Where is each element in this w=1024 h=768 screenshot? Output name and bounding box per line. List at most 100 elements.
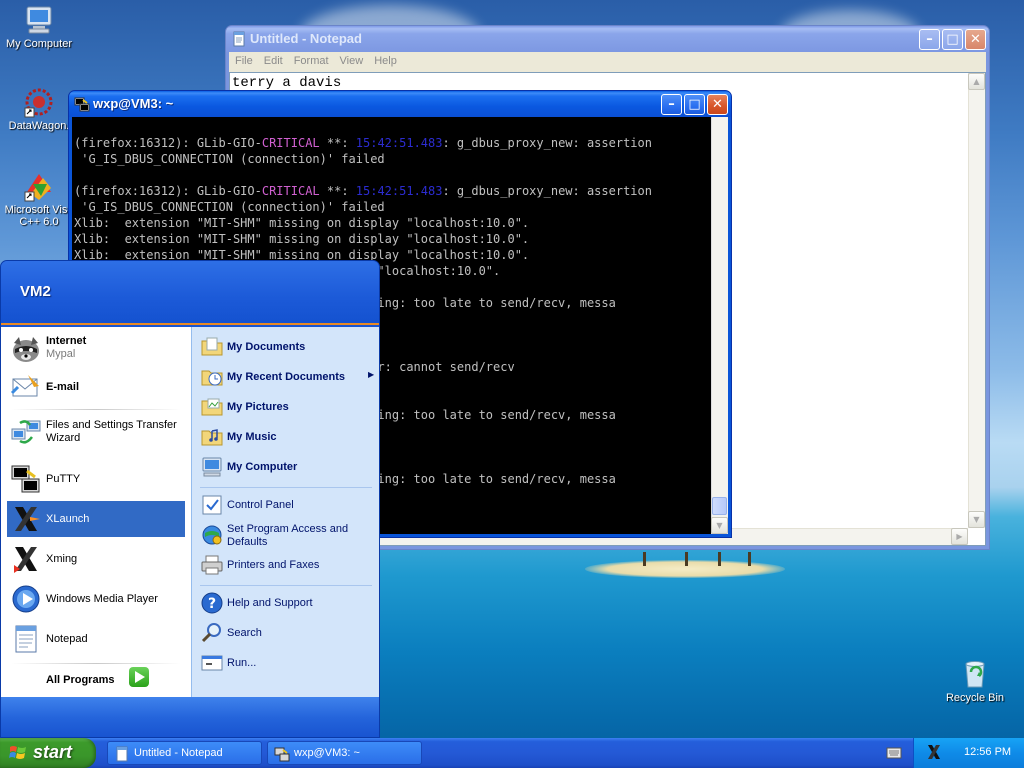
start-item-subtitle: Mypal [46, 348, 76, 360]
folder-pictures-icon [200, 395, 224, 419]
menu-help[interactable]: Help [368, 52, 402, 67]
start-item-email[interactable]: E-mail [7, 369, 185, 405]
terminal-line: Xlib: extension "MIT-SHM" missing on dis… [74, 232, 530, 246]
putty-icon [74, 96, 90, 112]
xming-tray-icon[interactable] [926, 744, 942, 760]
menu-file[interactable]: File [229, 52, 258, 67]
start-item-label: Help and Support [227, 597, 313, 609]
terminal-line: (firefox:16312): GLib-GIO-CRITICAL **: 1… [74, 135, 652, 151]
putty-icon [274, 746, 290, 762]
close-button[interactable]: ✕ [707, 94, 728, 115]
start-item-label: XLaunch [46, 513, 90, 525]
start-item-putty[interactable]: PuTTY [7, 461, 185, 497]
palm-tree [685, 552, 688, 566]
start-item-notepad[interactable]: Notepad [7, 621, 185, 657]
keyboard-icon[interactable] [886, 746, 902, 760]
start-item-label: Search [227, 627, 262, 639]
terminal-segment-crit: CRITICAL [261, 184, 320, 198]
putty-titlebar[interactable]: wxp@VM3: ~ – □ ✕ [69, 91, 731, 117]
vertical-scrollbar[interactable]: ▲ ▼ [968, 73, 985, 528]
start-item-label: My Music [227, 431, 277, 443]
scroll-down-button[interactable]: ▼ [968, 511, 985, 528]
system-tray: 12:56 PM [913, 738, 1024, 768]
notepad-content: terry a davis [232, 75, 342, 91]
desktop-icon-label: C++ 6.0 [19, 216, 59, 228]
start-item-set-program-access[interactable]: Set Program Access and Defaults [198, 521, 376, 549]
folder-music-icon [200, 425, 224, 449]
start-item-xming[interactable]: Xming [7, 541, 185, 577]
minimize-button[interactable]: – [919, 29, 940, 50]
terminal-segment-ts: 15:42:51.483 [355, 136, 443, 150]
terminal-segment-post: : g_dbus_proxy_new: assertion [442, 136, 652, 150]
putty-icon [10, 463, 42, 495]
desktop-icon-label: DataWagon. [8, 120, 70, 132]
desktop-icon-datawagon[interactable]: DataWagon. [0, 86, 78, 132]
start-button[interactable]: start [0, 738, 96, 768]
start-item-my-recent-documents[interactable]: My Recent Documents ▶ [198, 363, 376, 391]
taskbar-button-putty[interactable]: wxp@VM3: ~ [267, 741, 422, 765]
notepad-icon [114, 746, 130, 762]
start-item-run[interactable]: Run... [198, 649, 376, 677]
taskbar-button-notepad[interactable]: Untitled - Notepad [107, 741, 262, 765]
maximize-button[interactable]: □ [942, 29, 963, 50]
menu-view[interactable]: View [334, 52, 369, 67]
visual-studio-icon [23, 170, 55, 202]
xlaunch-icon [10, 503, 42, 535]
notepad-menubar: File Edit Format View Help [229, 52, 986, 72]
scroll-up-button[interactable]: ▲ [968, 73, 985, 90]
start-item-label: My Documents [227, 341, 306, 353]
start-item-internet[interactable]: Internet Mypal [7, 331, 185, 367]
start-item-my-pictures[interactable]: My Pictures [198, 393, 376, 421]
desktop-icon-my-computer[interactable]: My Computer [0, 4, 78, 50]
terminal-scrollbar[interactable]: ▼ [711, 117, 728, 534]
all-programs-arrow-icon[interactable] [129, 667, 149, 687]
arrow-down-icon: ▼ [716, 521, 723, 530]
start-menu-header: VM2 [1, 261, 379, 325]
desktop-icon-recycle-bin[interactable]: Recycle Bin [936, 658, 1014, 704]
start-item-label: Xming [46, 553, 78, 565]
terminal-line: ​ [74, 167, 652, 183]
run-icon [200, 651, 224, 675]
user-name: VM2 [20, 283, 51, 300]
start-menu: VM2 Internet Mypal E-mail Files and Setti… [0, 260, 380, 738]
start-item-windows-media-player[interactable]: Windows Media Player [7, 581, 185, 617]
notepad-icon [231, 31, 247, 47]
start-item-files-settings-transfer[interactable]: Files and Settings Transfer Wizard [7, 415, 185, 451]
clock[interactable]: 12:56 PM [964, 746, 1011, 758]
start-item-xlaunch[interactable]: XLaunch [7, 501, 185, 537]
notepad-icon [10, 623, 42, 655]
start-item-my-computer[interactable]: My Computer [198, 453, 376, 481]
start-item-help-support[interactable]: ? Help and Support [198, 589, 376, 617]
start-item-label: PuTTY [46, 473, 81, 485]
start-item-label: Notepad [46, 633, 88, 645]
palm-tree [748, 552, 751, 566]
window-title: wxp@VM3: ~ [93, 96, 174, 111]
desktop-icon-visual-cpp[interactable]: Microsoft Visu C++ 6.0 [0, 170, 78, 228]
terminal-segment-crit: CRITICAL [261, 136, 320, 150]
menu-edit[interactable]: Edit [258, 52, 288, 67]
close-button[interactable]: ✕ [965, 29, 986, 50]
start-item-control-panel[interactable]: Control Panel [198, 491, 376, 519]
transfer-wizard-icon [10, 417, 42, 449]
minimize-button[interactable]: – [661, 94, 682, 115]
start-item-my-documents[interactable]: My Documents [198, 333, 376, 361]
scroll-right-button[interactable]: ▶ [951, 528, 968, 545]
start-item-search[interactable]: Search [198, 619, 376, 647]
desktop-icon-label: My Computer [5, 38, 73, 50]
close-icon: ✕ [970, 32, 981, 47]
start-item-my-music[interactable]: My Music [198, 423, 376, 451]
menu-format[interactable]: Format [288, 52, 334, 67]
terminal-line: 'G_IS_DBUS_CONNECTION (connection)' fail… [74, 200, 385, 214]
notepad-titlebar[interactable]: Untitled - Notepad – □ ✕ [226, 26, 989, 52]
help-icon: ? [200, 591, 224, 615]
start-label: start [33, 742, 73, 762]
minimize-icon: – [926, 32, 933, 47]
submenu-arrow-icon: ▶ [368, 370, 375, 379]
palm-tree [718, 552, 721, 566]
start-item-printers-faxes[interactable]: Printers and Faxes [198, 551, 376, 579]
all-programs-label[interactable]: All Programs [46, 674, 114, 686]
scroll-down-button[interactable]: ▼ [711, 517, 728, 534]
maximize-button[interactable]: □ [684, 94, 705, 115]
email-icon [10, 371, 42, 403]
scrollbar-thumb[interactable] [712, 497, 727, 515]
